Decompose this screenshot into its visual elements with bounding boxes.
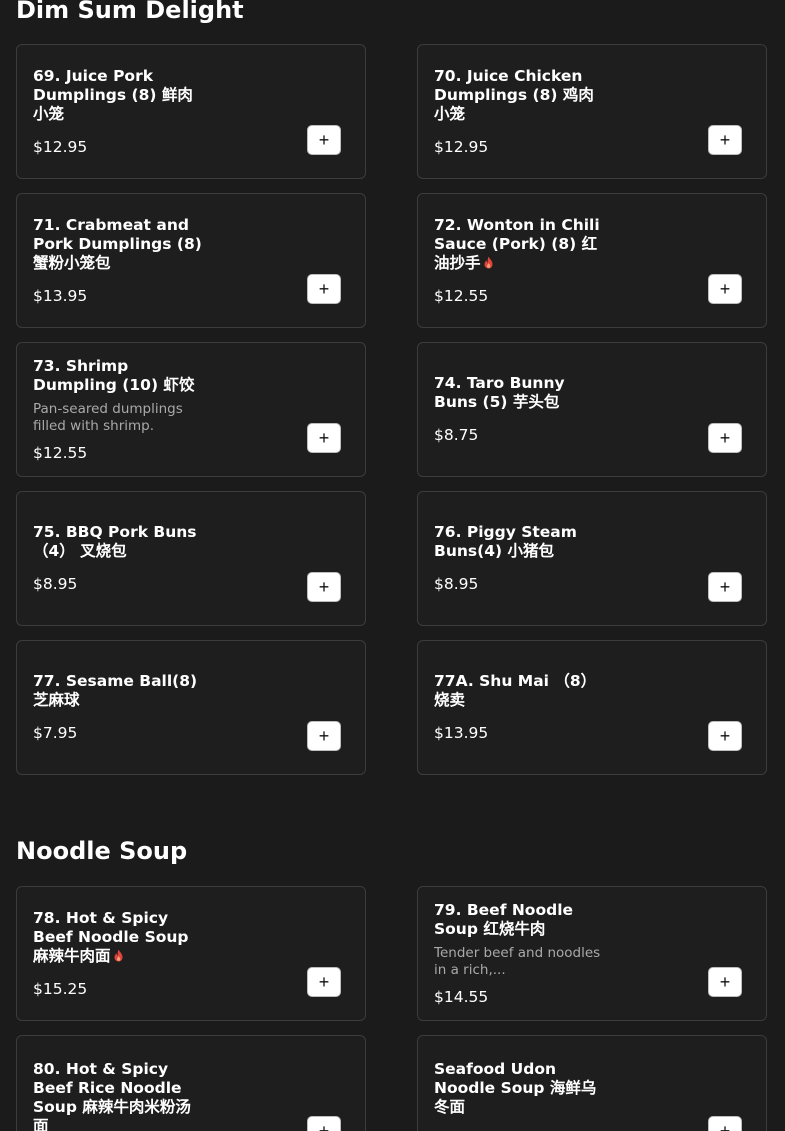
item-price: $8.95 [33, 575, 78, 593]
item-name: 69. Juice Pork Dumplings (8) 鲜肉小笼 [33, 66, 193, 123]
section-title-noodle-soup: Noodle Soup [16, 837, 188, 865]
plus-icon: + [719, 972, 731, 992]
plus-icon: + [719, 577, 731, 597]
item-description: Tender beef and noodles in a rich,... [434, 944, 601, 978]
menu-item-card[interactable]: 78. Hot & Spicy Beef Noodle Soup 麻辣牛肉面 $… [16, 886, 366, 1021]
menu-item-card[interactable]: 76. Piggy Steam Buns(4) 小猪包 $8.95 + [417, 491, 767, 626]
item-price: $8.75 [434, 426, 479, 444]
add-item-button[interactable]: + [708, 721, 742, 751]
menu-item-card[interactable]: 79. Beef Noodle Soup 红烧牛肉 Tender beef an… [417, 886, 767, 1021]
item-name: 73. Shrimp Dumpling (10) 虾饺 [33, 356, 195, 394]
fire-icon [484, 256, 493, 268]
item-price: $12.95 [434, 137, 489, 156]
menu-item-card[interactable]: 75. BBQ Pork Buns（4） 叉烧包 $8.95 + [16, 491, 366, 626]
item-price: $14.55 [434, 987, 489, 1006]
fire-icon [114, 949, 123, 961]
plus-icon: + [719, 279, 731, 299]
menu-item-card[interactable]: 80. Hot & Spicy Beef Rice Noodle Soup 麻辣… [16, 1035, 366, 1131]
item-name: Seafood Udon Noodle Soup 海鲜乌冬面 [434, 1060, 597, 1116]
add-item-button[interactable]: + [708, 572, 742, 602]
plus-icon: + [318, 726, 330, 746]
add-item-button[interactable]: + [307, 274, 341, 304]
plus-icon: + [719, 726, 731, 746]
add-item-button[interactable]: + [708, 1116, 742, 1131]
plus-icon: + [318, 428, 330, 448]
plus-icon: + [318, 577, 330, 597]
add-item-button[interactable]: + [307, 967, 341, 997]
plus-icon: + [318, 1121, 330, 1131]
item-name: 80. Hot & Spicy Beef Rice Noodle Soup 麻辣… [33, 1060, 191, 1131]
item-name: 78. Hot & Spicy Beef Noodle Soup 麻辣牛肉面 [33, 909, 203, 966]
add-item-button[interactable]: + [307, 423, 341, 453]
add-item-button[interactable]: + [708, 125, 742, 155]
add-item-button[interactable]: + [307, 1116, 341, 1131]
item-price: $12.55 [33, 443, 88, 462]
menu-item-card[interactable]: 72. Wonton in Chili Sauce (Pork) (8) 红油抄… [417, 193, 767, 328]
item-price: $12.55 [434, 286, 489, 305]
item-name: 77. Sesame Ball(8) 芝麻球 [33, 672, 198, 709]
menu-item-card[interactable]: 77. Sesame Ball(8) 芝麻球 $7.95 + [16, 640, 366, 775]
add-item-button[interactable]: + [307, 572, 341, 602]
item-name: 75. BBQ Pork Buns（4） 叉烧包 [33, 523, 197, 560]
plus-icon: + [318, 279, 330, 299]
item-name: 76. Piggy Steam Buns(4) 小猪包 [434, 523, 577, 560]
plus-icon: + [719, 1121, 731, 1131]
item-price: $13.95 [33, 286, 88, 305]
menu-item-card[interactable]: 69. Juice Pork Dumplings (8) 鲜肉小笼 $12.95… [16, 44, 366, 179]
item-description: Pan-seared dumplings filled with shrimp. [33, 400, 183, 434]
add-item-button[interactable]: + [307, 125, 341, 155]
item-name: 79. Beef Noodle Soup 红烧牛肉 [434, 900, 574, 938]
section-title-dim-sum: Dim Sum Delight [16, 0, 244, 24]
add-item-button[interactable]: + [708, 274, 742, 304]
menu-page: Dim Sum Delight 69. Juice Pork Dumplings… [0, 0, 785, 1131]
item-name-text: 72. Wonton in Chili Sauce (Pork) (8) 红油抄… [434, 215, 600, 272]
item-price: $7.95 [33, 724, 78, 742]
item-name: 72. Wonton in Chili Sauce (Pork) (8) 红油抄… [434, 216, 604, 273]
plus-icon: + [719, 428, 731, 448]
menu-item-card[interactable]: 70. Juice Chicken Dumplings (8) 鸡肉小笼 $12… [417, 44, 767, 179]
menu-item-card[interactable]: 77A. Shu Mai （8）烧卖 $13.95 + [417, 640, 767, 775]
item-name-text: 78. Hot & Spicy Beef Noodle Soup 麻辣牛肉面 [33, 908, 189, 965]
item-price: $12.95 [33, 137, 88, 156]
add-item-button[interactable]: + [708, 967, 742, 997]
plus-icon: + [719, 130, 731, 150]
item-price: $15.25 [33, 979, 88, 998]
add-item-button[interactable]: + [708, 423, 742, 453]
add-item-button[interactable]: + [307, 721, 341, 751]
plus-icon: + [318, 130, 330, 150]
item-price: $8.95 [434, 575, 479, 593]
menu-item-card[interactable]: 71. Crabmeat and Pork Dumplings (8) 蟹粉小笼… [16, 193, 366, 328]
item-name: 74. Taro Bunny Buns (5) 芋头包 [434, 374, 565, 411]
item-name: 71. Crabmeat and Pork Dumplings (8) 蟹粉小笼… [33, 215, 202, 272]
item-name: 77A. Shu Mai （8）烧卖 [434, 672, 597, 709]
plus-icon: + [318, 972, 330, 992]
item-name: 70. Juice Chicken Dumplings (8) 鸡肉小笼 [434, 66, 594, 123]
item-price: $13.95 [434, 724, 489, 742]
menu-item-card[interactable]: Seafood Udon Noodle Soup 海鲜乌冬面 + [417, 1035, 767, 1131]
menu-item-card[interactable]: 73. Shrimp Dumpling (10) 虾饺 Pan-seared d… [16, 342, 366, 477]
menu-item-card[interactable]: 74. Taro Bunny Buns (5) 芋头包 $8.75 + [417, 342, 767, 477]
